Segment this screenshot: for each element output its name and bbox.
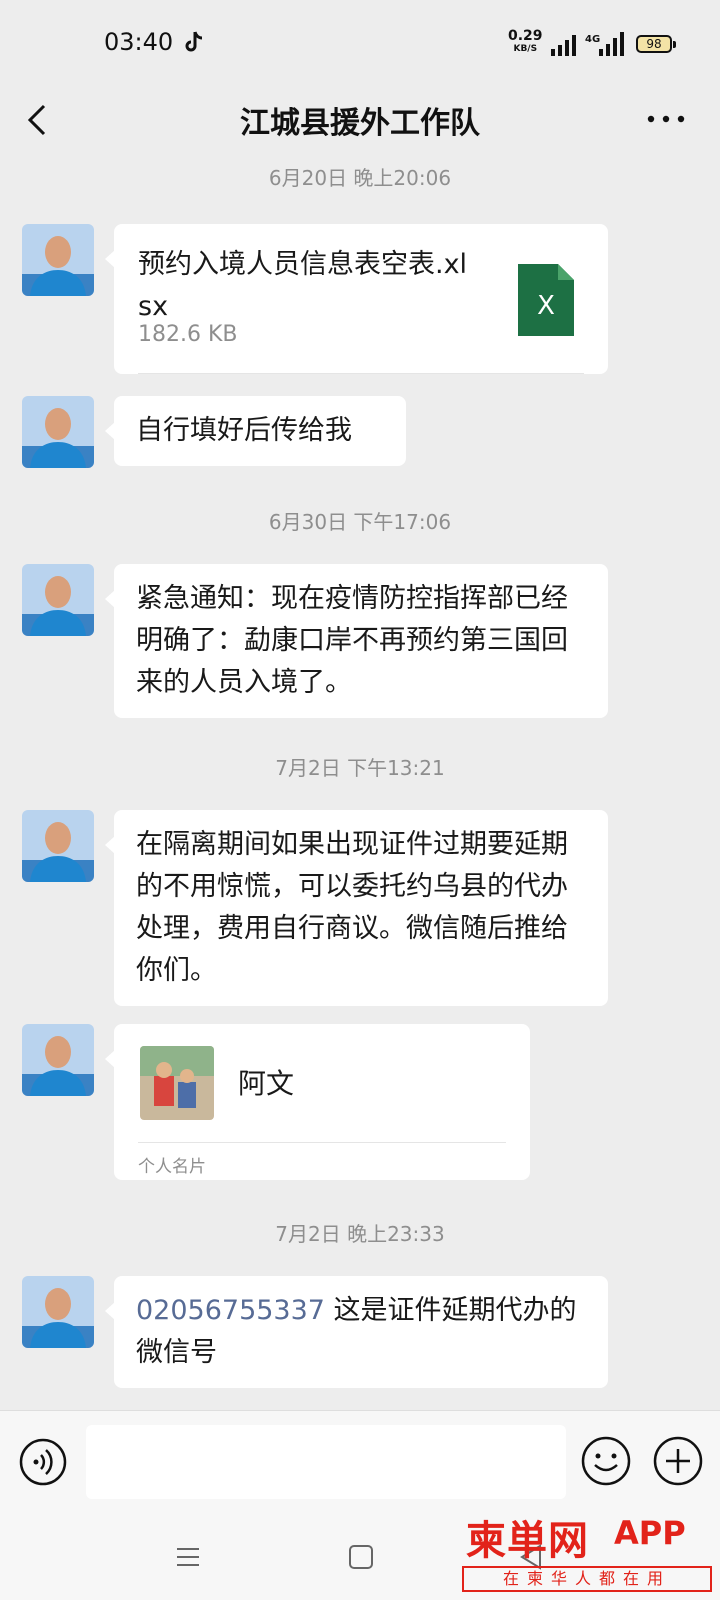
text-message[interactable]: 自行填好后传给我: [105, 396, 406, 466]
input-bar: [0, 1410, 720, 1521]
text-message[interactable]: 在隔离期间如果出现证件过期要延期的不用惊慌，可以委托约乌县的代办处理，费用自行商…: [105, 810, 608, 1006]
avatar[interactable]: [22, 564, 94, 636]
divider: [138, 1142, 506, 1143]
network-speed-unit: KB/S: [513, 44, 538, 54]
phone-number-link[interactable]: 02056755337: [136, 1295, 325, 1326]
contact-card-label: 个人名片: [138, 1157, 206, 1177]
more-dots-icon[interactable]: [646, 112, 686, 126]
text-message[interactable]: 紧急通知：现在疫情防控指挥部已经明确了：勐康口岸不再预约第三国回来的人员入境了。: [105, 564, 608, 718]
avatar-image: [22, 564, 94, 636]
avatar-image: [22, 1276, 94, 1348]
message-timestamp: 6月30日 下午17:06: [268, 510, 452, 534]
watermark: 柬単网 APP 在柬华人都在用: [462, 1506, 714, 1596]
home-icon[interactable]: [348, 1544, 374, 1570]
message-timestamp: 6月20日 晚上20:06: [268, 166, 452, 190]
avatar[interactable]: [22, 1276, 94, 1348]
message-input[interactable]: [86, 1425, 566, 1499]
watermark-logo: 柬単网: [466, 1517, 589, 1564]
network-speed-value: 0.29: [508, 28, 543, 44]
status-bar: 03:40 0.29 KB/S 4G 98: [0, 0, 720, 84]
contact-card-message[interactable]: 阿文 个人名片: [105, 1024, 530, 1180]
avatar[interactable]: [22, 396, 94, 468]
battery-indicator: 98: [636, 35, 676, 53]
contact-name: 阿文: [238, 1067, 295, 1100]
avatar[interactable]: [22, 810, 94, 882]
status-time: 03:40: [104, 28, 174, 56]
file-name: 预约入境人员信息表空表.xlsx: [138, 249, 468, 322]
text-message[interactable]: 02056755337 这是证件延期代办的微信号: [105, 1276, 608, 1388]
signal-icon: [551, 35, 576, 56]
contact-photo: [140, 1046, 214, 1120]
message-timestamp: 7月2日 下午13:21: [275, 756, 445, 780]
avatar[interactable]: [22, 1024, 94, 1096]
signal-4g-icon: 4G: [585, 32, 624, 56]
tiktok-icon: [185, 31, 203, 52]
avatar-image: [22, 396, 94, 468]
file-message[interactable]: 预约入境人员信息表空表.xlsx 182.6 KB X: [105, 224, 608, 374]
file-size: 182.6 KB: [138, 322, 238, 347]
avatar[interactable]: [22, 224, 94, 296]
watermark-app-label: APP: [614, 1514, 686, 1552]
excel-icon: X: [518, 264, 574, 336]
avatar-image: [22, 1024, 94, 1096]
network-speed: 0.29 KB/S: [508, 28, 543, 56]
chat-title: 江城县援外工作队: [240, 106, 480, 141]
chat-header: 江城县援外工作队: [0, 84, 720, 156]
excel-icon-letter: X: [537, 291, 555, 321]
voice-icon[interactable]: [18, 1437, 68, 1487]
menu-icon[interactable]: [175, 1544, 201, 1570]
emoji-icon[interactable]: [580, 1435, 632, 1487]
avatar-image: [22, 224, 94, 296]
watermark-slogan: 在柬华人都在用: [462, 1566, 712, 1592]
plus-icon[interactable]: [652, 1435, 704, 1487]
network-type-label: 4G: [585, 34, 600, 45]
avatar-image: [22, 810, 94, 882]
message-timestamp: 7月2日 晚上23:33: [275, 1222, 445, 1246]
divider: [138, 373, 584, 374]
